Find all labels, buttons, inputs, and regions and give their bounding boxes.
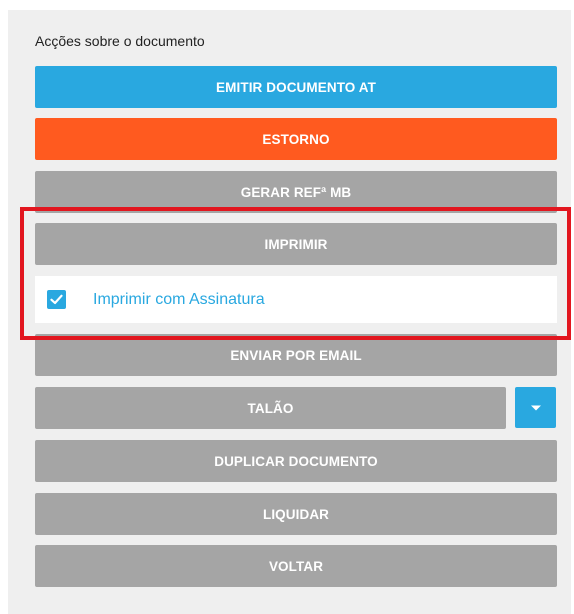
print-with-signature-option[interactable]: Imprimir com Assinatura [35, 276, 557, 323]
imprimir-button[interactable]: IMPRIMIR [35, 223, 557, 265]
voltar-button[interactable]: VOLTAR [35, 545, 557, 587]
print-with-signature-checkbox[interactable] [47, 290, 66, 309]
check-icon [50, 294, 63, 305]
panel-title: Acções sobre o documento [35, 33, 205, 49]
gerar-ref-mb-button[interactable]: GERAR REFª MB [35, 171, 557, 213]
liquidar-button[interactable]: LIQUIDAR [35, 493, 557, 535]
estorno-button[interactable]: ESTORNO [35, 118, 557, 160]
duplicar-documento-button[interactable]: DUPLICAR DOCUMENTO [35, 440, 557, 482]
caret-down-icon [530, 405, 541, 410]
enviar-por-email-button[interactable]: ENVIAR POR EMAIL [35, 334, 557, 376]
print-with-signature-label: Imprimir com Assinatura [93, 290, 265, 308]
emitir-documento-at-button[interactable]: EMITIR DOCUMENTO AT [35, 66, 557, 108]
talao-button[interactable]: TALÃO [35, 387, 506, 429]
talao-dropdown-button[interactable] [515, 387, 556, 428]
